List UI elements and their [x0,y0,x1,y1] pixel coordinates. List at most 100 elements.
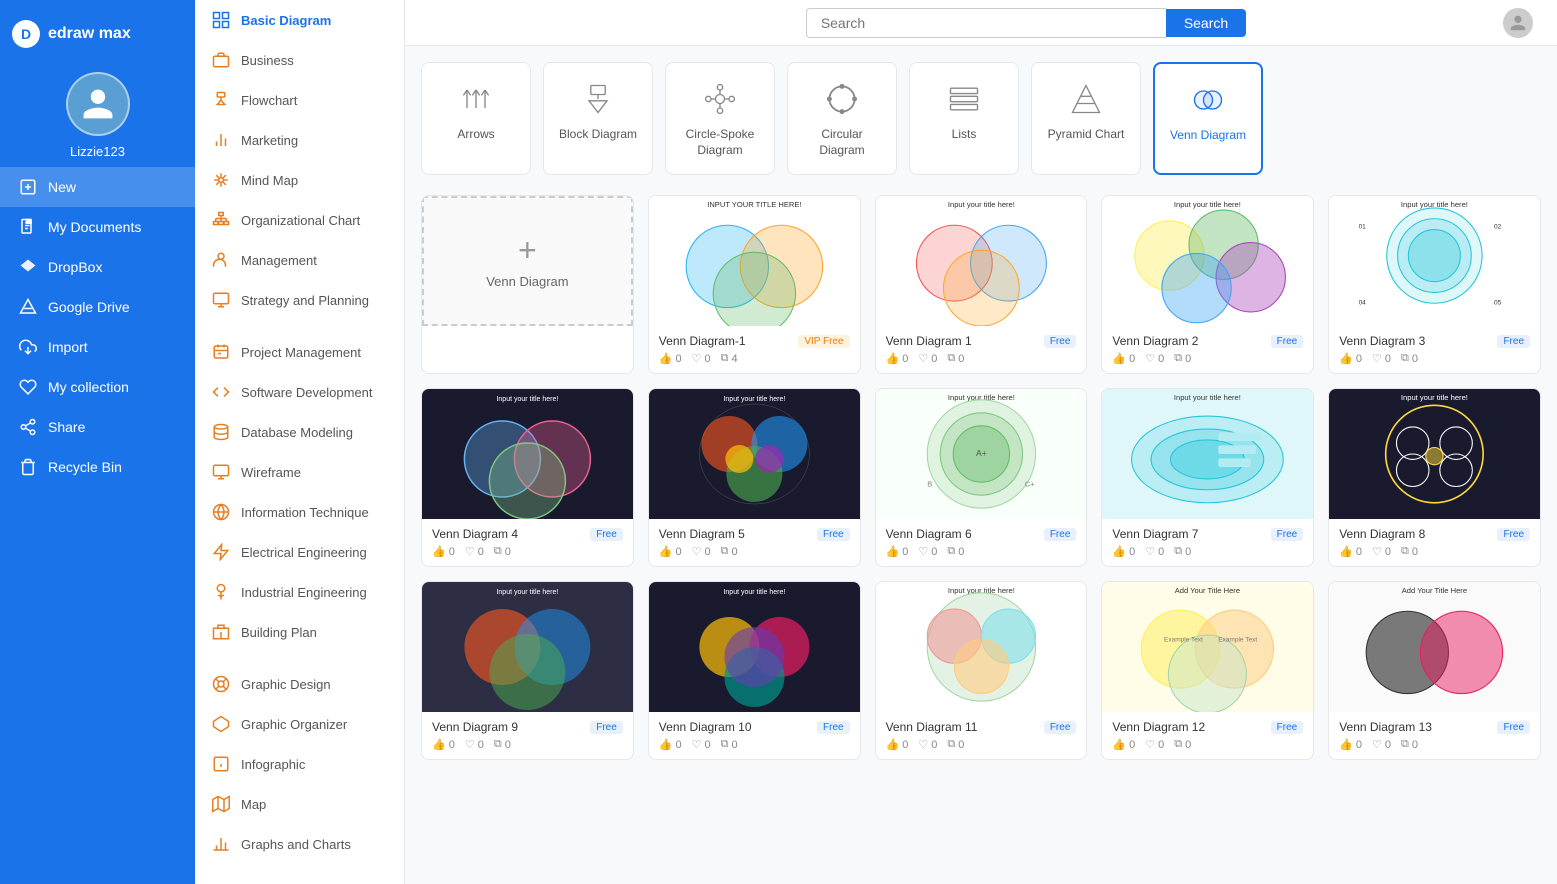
vd11-info: Venn Diagram 10 Free 👍0 ♡0 ⧉0 [649,712,860,759]
vd11-preview: Input your title here! [649,582,860,712]
info-icon [211,754,231,774]
mid-project-mgmt[interactable]: Project Management [195,332,404,372]
nav-recycle[interactable]: Recycle Bin [0,447,195,487]
dropbox-icon [18,257,38,277]
nav-my-documents[interactable]: My Documents [0,207,195,247]
nav-new[interactable]: New [0,167,195,207]
template-vd3[interactable]: Input your title here! Venn Diagram 2 Fr… [1101,195,1314,374]
nav-import[interactable]: Import [0,327,195,367]
templates-grid: + Venn Diagram INPUT YOUR TITLE HERE! [421,195,1541,760]
vd12-badge: Free [1044,721,1077,734]
mid-industrial[interactable]: Industrial Engineering [195,572,404,612]
mid-flowchart[interactable]: Flowchart [195,80,404,120]
vd1-info: Venn Diagram-1 VIP Free 👍0 ♡0 ⧉4 [649,326,860,373]
mid-strategy[interactable]: Strategy and Planning [195,280,404,320]
template-vd9[interactable]: Input your title here! Venn Diagram 8 Fr… [1328,388,1541,567]
vd13-badge: Free [1271,721,1304,734]
template-vd11[interactable]: Input your title here! Venn Diagram 10 F… [648,581,861,760]
mid-org-chart[interactable]: Organizational Chart [195,200,404,240]
mid-graphs-charts[interactable]: Graphs and Charts [195,824,404,864]
arrows-label: Arrows [457,127,494,143]
gc-icon [211,834,231,854]
mid-business-label: Business [241,53,294,68]
svg-text:Example Text: Example Text [1164,637,1203,644]
template-vd13[interactable]: Add Your Title Here Example Text Example… [1101,581,1314,760]
nav-google-drive[interactable]: Google Drive [0,287,195,327]
map-icon [211,794,231,814]
mid-info-tech[interactable]: Information Technique [195,492,404,532]
category-row: Arrows Block Diagram [421,62,1541,175]
mid-graphic-design[interactable]: Graphic Design [195,664,404,704]
nav-my-collection[interactable]: My collection [0,367,195,407]
mid-flowchart-label: Flowchart [241,93,297,108]
svg-text:Input your title here!: Input your title here! [723,396,785,403]
template-vd5[interactable]: Input your title here! Venn Diagram 4 Fr… [421,388,634,567]
vd3-badge: Free [1271,335,1304,348]
search-input[interactable] [806,8,1166,38]
vd2-name: Venn Diagram 1 [886,334,972,348]
template-vd8[interactable]: Input your title here! Venn Diagram 7 Fr… [1101,388,1314,567]
template-vd1[interactable]: INPUT YOUR TITLE HERE! Venn Diagram-1 VI… [648,195,861,374]
vd5-badge: Free [590,528,623,541]
top-avatar [1503,8,1533,38]
gd-icon [211,674,231,694]
vd9-preview: Input your title here! [1329,389,1540,519]
business-icon [211,50,231,70]
mid-strategy-label: Strategy and Planning [241,293,369,308]
template-new[interactable]: + Venn Diagram [421,195,634,374]
new-diagram-thumb: + Venn Diagram [486,198,568,324]
template-vd10[interactable]: Input your title here! Venn Diagram 9 Fr… [421,581,634,760]
mid-infographic[interactable]: Infographic [195,744,404,784]
template-vd12[interactable]: Input your title here! Venn Diagram 11 F… [875,581,1088,760]
mid-business[interactable]: Business [195,40,404,80]
mid-database[interactable]: Database Modeling [195,412,404,452]
svg-text:A+: A+ [976,448,987,458]
mid-org-label: Organizational Chart [241,213,360,228]
mid-electrical[interactable]: Electrical Engineering [195,532,404,572]
mid-building[interactable]: Building Plan [195,612,404,652]
category-block-diagram[interactable]: Block Diagram [543,62,653,175]
search-area: Search [549,8,1503,38]
arrows-category-icon [456,79,496,119]
search-button[interactable]: Search [1166,9,1246,37]
vd4-preview: Input your title here! 01 02 04 05 [1329,196,1540,326]
vd8-preview: Input your title here! [1102,389,1313,519]
svg-text:Input your title here!: Input your title here! [496,589,558,596]
svg-text:B: B [927,480,932,489]
template-vd14[interactable]: Add Your Title Here Venn Diagram 13 Free… [1328,581,1541,760]
mid-basic-diagram[interactable]: Basic Diagram [195,0,404,40]
vd11-badge: Free [817,721,850,734]
vd7-name: Venn Diagram 6 [886,527,972,541]
category-arrows[interactable]: Arrows [421,62,531,175]
content-area: Arrows Block Diagram [405,46,1557,884]
mid-mindmap[interactable]: Mind Map [195,160,404,200]
mid-marketing[interactable]: Marketing [195,120,404,160]
svg-text:Add Your Title Here: Add Your Title Here [1402,586,1467,595]
mid-management[interactable]: Management [195,240,404,280]
template-vd6[interactable]: Input your title here! Venn Diagram 5 Fr… [648,388,861,567]
wf-icon [211,462,231,482]
category-pyramid[interactable]: Pyramid Chart [1031,62,1141,175]
template-vd2[interactable]: Input your title here! Venn Diagram 1 Fr… [875,195,1088,374]
share-icon [18,417,38,437]
nav-recycle-label: Recycle Bin [48,459,122,475]
mid-graphic-org[interactable]: Graphic Organizer [195,704,404,744]
vd6-name: Venn Diagram 5 [659,527,745,541]
mindmap-icon [211,170,231,190]
category-circular[interactable]: Circular Diagram [787,62,897,175]
nav-share[interactable]: Share [0,407,195,447]
avatar-area: Lizzie123 [66,56,130,167]
category-circle-spoke[interactable]: Circle-Spoke Diagram [665,62,775,175]
template-vd7[interactable]: Input your title here! A+ B C+ Venn Diag… [875,388,1088,567]
category-lists[interactable]: Lists [909,62,1019,175]
svg-text:Add Your Title Here: Add Your Title Here [1175,586,1240,595]
template-vd4[interactable]: Input your title here! 01 02 04 05 Venn … [1328,195,1541,374]
mid-wireframe[interactable]: Wireframe [195,452,404,492]
vd10-badge: Free [590,721,623,734]
mid-software-dev[interactable]: Software Development [195,372,404,412]
svg-text:02: 02 [1494,224,1502,231]
category-venn[interactable]: Venn Diagram [1153,62,1263,175]
mid-map[interactable]: Map [195,784,404,824]
docs-icon [18,217,38,237]
nav-dropbox[interactable]: DropBox [0,247,195,287]
